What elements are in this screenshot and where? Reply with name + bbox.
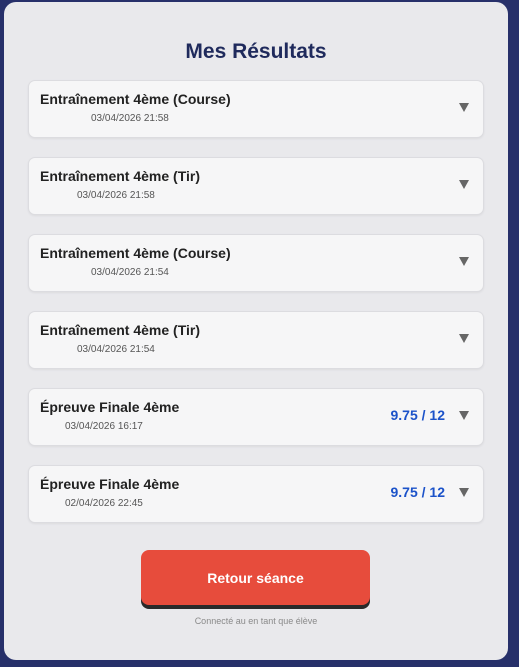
result-item-2[interactable]: Entraînement 4ème (Tir) 03/04/2026 21:58 xyxy=(28,157,484,215)
result-title: Épreuve Finale 4ème xyxy=(40,399,180,415)
result-date: 03/04/2026 21:58 xyxy=(91,113,169,124)
chevron-down-icon[interactable] xyxy=(457,177,471,191)
result-item-3[interactable]: Entraînement 4ème (Course) 03/04/2026 21… xyxy=(28,234,484,292)
result-score: 9.75 / 12 xyxy=(390,407,446,423)
login-status-text: Connecté au en tant que élève xyxy=(194,616,318,626)
results-list: Entraînement 4ème (Course) 03/04/2026 21… xyxy=(28,80,484,542)
result-title: Entraînement 4ème (Tir) xyxy=(40,322,201,338)
result-item-5[interactable]: Épreuve Finale 4ème 03/04/2026 16:17 9.7… xyxy=(28,388,484,446)
page-title: Mes Résultats xyxy=(185,40,327,63)
result-date: 03/04/2026 16:17 xyxy=(65,421,143,432)
result-date: 03/04/2026 21:54 xyxy=(77,344,155,355)
chevron-down-icon[interactable] xyxy=(457,485,471,499)
result-score: 9.75 / 12 xyxy=(390,484,446,500)
result-date: 02/04/2026 22:45 xyxy=(65,498,143,509)
result-title: Entraînement 4ème (Course) xyxy=(40,91,231,107)
result-date: 03/04/2026 21:54 xyxy=(91,267,169,278)
chevron-down-icon[interactable] xyxy=(457,254,471,268)
result-title: Entraînement 4ème (Tir) xyxy=(40,168,201,184)
result-title: Épreuve Finale 4ème xyxy=(40,476,180,492)
results-panel: Mes Résultats Entraînement 4ème (Course)… xyxy=(4,2,508,660)
result-item-1[interactable]: Entraînement 4ème (Course) 03/04/2026 21… xyxy=(28,80,484,138)
result-item-6[interactable]: Épreuve Finale 4ème 02/04/2026 22:45 9.7… xyxy=(28,465,484,523)
back-to-session-button[interactable]: Retour séance xyxy=(141,550,370,605)
result-date: 03/04/2026 21:58 xyxy=(77,190,155,201)
chevron-down-icon[interactable] xyxy=(457,408,471,422)
chevron-down-icon[interactable] xyxy=(457,100,471,114)
chevron-down-icon[interactable] xyxy=(457,331,471,345)
result-title: Entraînement 4ème (Course) xyxy=(40,245,231,261)
result-item-4[interactable]: Entraînement 4ème (Tir) 03/04/2026 21:54 xyxy=(28,311,484,369)
